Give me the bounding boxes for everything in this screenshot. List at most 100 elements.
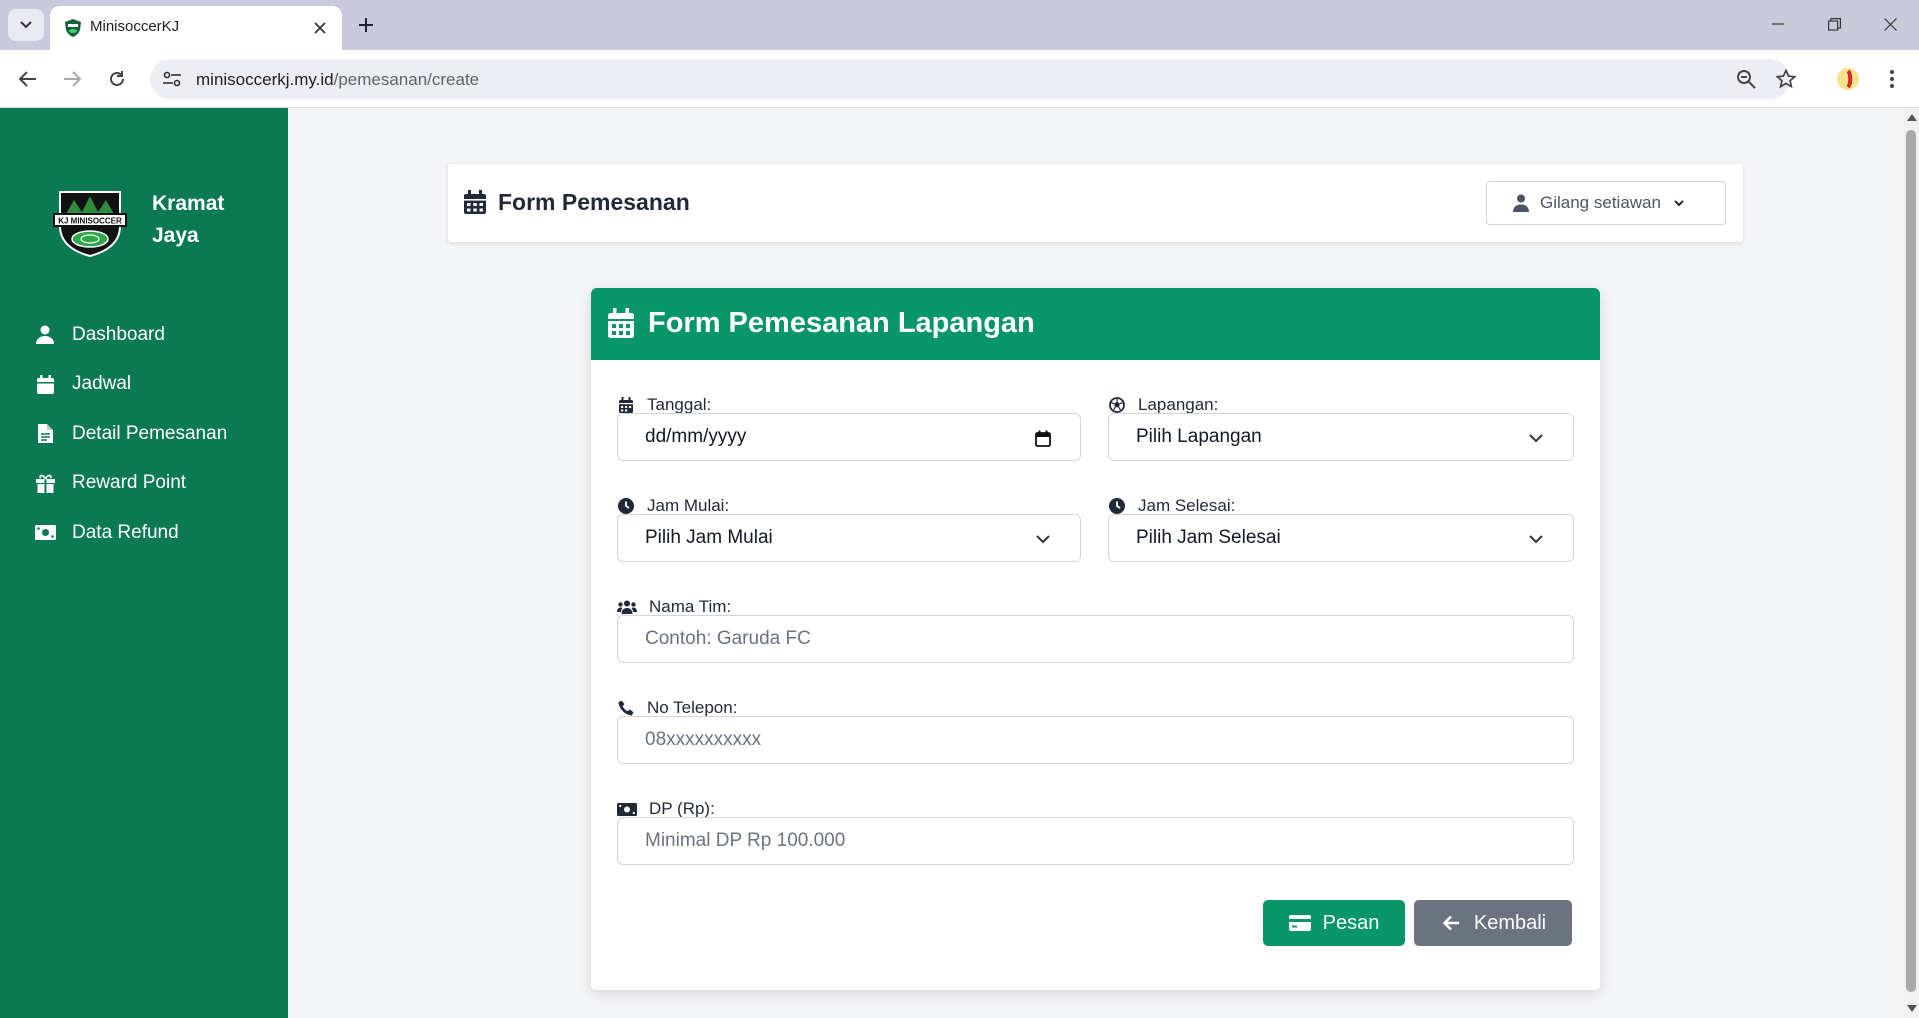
bookmark-star-icon[interactable] (1774, 67, 1798, 91)
back-button[interactable] (12, 63, 44, 95)
scroll-up-arrow-icon[interactable] (1907, 114, 1917, 121)
lapangan-value: Pilih Lapangan (1136, 426, 1262, 447)
brand-name-line1: Kramat (152, 192, 225, 215)
scroll-down-arrow-icon[interactable] (1907, 1005, 1917, 1012)
sidebar-item-label: Detail Pemesanan (72, 422, 228, 444)
sidebar-item-label: Data Refund (72, 521, 179, 543)
extension-icon[interactable] (1835, 66, 1861, 92)
lapangan-select[interactable]: Pilih Lapangan (1108, 413, 1574, 461)
form-header: Form Pemesanan Lapangan (591, 288, 1600, 360)
page-scrollbar[interactable] (1903, 108, 1919, 1018)
tanggal-label: Tanggal: (617, 395, 711, 415)
arrow-left-icon (19, 71, 36, 87)
close-icon (1883, 17, 1897, 31)
nama-tim-placeholder: Contoh: Garuda FC (645, 628, 811, 649)
calendar-picker-icon[interactable] (1034, 428, 1052, 448)
booking-form-card: Form Pemesanan Lapangan Tanggal: dd/mm/y… (591, 288, 1600, 990)
user-menu-button[interactable]: Gilang setiawan (1486, 181, 1726, 225)
dp-placeholder: Minimal DP Rp 100.000 (645, 830, 846, 851)
browser-menu-button[interactable] (1878, 65, 1906, 93)
sidebar-item-jadwal[interactable]: Jadwal (34, 360, 227, 410)
close-window-button[interactable] (1868, 8, 1912, 40)
sidebar-item-detail-pemesanan[interactable]: Detail Pemesanan (34, 409, 227, 459)
tab-title: MinisoccerKJ (90, 18, 180, 35)
money-icon (34, 522, 56, 544)
tab-search-button[interactable] (8, 9, 44, 41)
users-icon (617, 598, 637, 616)
site-favicon-icon (65, 19, 81, 37)
pesan-label: Pesan (1322, 911, 1380, 934)
brand: KJ MINISOCCER Kramat Jaya (48, 182, 242, 258)
nama-tim-input[interactable]: Contoh: Garuda FC (617, 615, 1574, 663)
jam-selesai-label: Jam Selesai: (1108, 496, 1235, 516)
minimize-icon (1772, 23, 1784, 25)
page-header: Form Pemesanan Gilang setiawan (448, 164, 1743, 242)
brand-name-line2: Jaya (152, 224, 199, 247)
kembali-button[interactable]: Kembali (1414, 900, 1572, 946)
telepon-placeholder: 08xxxxxxxxxx (645, 729, 762, 750)
forward-button[interactable] (56, 63, 88, 95)
chevron-down-icon (1034, 529, 1052, 549)
jam-mulai-select[interactable]: Pilih Jam Mulai (617, 514, 1081, 562)
arrow-right-icon (64, 71, 81, 87)
tanggal-value: dd/mm/yyyy (645, 426, 747, 447)
close-tab-icon[interactable] (308, 16, 332, 40)
scroll-thumb[interactable] (1906, 130, 1916, 992)
document-icon (34, 423, 56, 445)
zoom-icon[interactable] (1734, 67, 1758, 91)
kembali-label: Kembali (1473, 911, 1547, 934)
restore-button[interactable] (1812, 8, 1856, 40)
dp-input[interactable]: Minimal DP Rp 100.000 (617, 817, 1574, 865)
jam-mulai-label: Jam Mulai: (617, 496, 729, 516)
dp-label-text: DP (Rp): (649, 799, 715, 818)
calendar-icon (617, 396, 635, 414)
nama-tim-label-text: Nama Tim: (649, 597, 732, 616)
chevron-down-icon (1674, 200, 1684, 207)
address-bar[interactable]: minisoccerkj.my.id/pemesanan/create (150, 59, 1796, 99)
minimize-button[interactable] (1756, 8, 1800, 40)
telepon-label-text: No Telepon: (647, 698, 738, 717)
user-name: Gilang setiawan (1540, 193, 1661, 212)
sidebar-item-data-refund[interactable]: Data Refund (34, 508, 227, 558)
clock-icon (617, 497, 635, 515)
arrow-left-icon (1440, 914, 1462, 932)
chevron-down-icon (1527, 529, 1545, 549)
sidebar-item-label: Jadwal (72, 373, 132, 395)
jam-selesai-label-text: Jam Selesai: (1138, 496, 1236, 515)
reload-button[interactable] (101, 63, 133, 95)
sidebar-item-dashboard[interactable]: Dashboard (34, 310, 227, 360)
telepon-input[interactable]: 08xxxxxxxxxx (617, 716, 1574, 764)
sidebar-nav: Dashboard Jadwal Detail Pemesanan Reward… (34, 310, 227, 558)
site-settings-icon[interactable] (160, 67, 184, 91)
form-title: Form Pemesanan Lapangan (648, 307, 1035, 339)
lapangan-label: Lapangan: (1108, 395, 1218, 415)
calendar-icon (608, 308, 634, 338)
sidebar-item-label: Reward Point (72, 472, 187, 494)
phone-icon (617, 699, 635, 717)
pesan-button[interactable]: Pesan (1263, 900, 1405, 946)
new-tab-button[interactable] (352, 11, 380, 39)
jam-selesai-value: Pilih Jam Selesai (1136, 527, 1281, 548)
calendar-icon (464, 190, 486, 214)
credit-card-icon (1288, 914, 1311, 932)
gift-icon (34, 472, 56, 494)
telepon-label: No Telepon: (617, 698, 737, 718)
restore-icon (1827, 17, 1841, 31)
browser-tab-bar: MinisoccerKJ (0, 0, 1919, 50)
url-text: minisoccerkj.my.id/pemesanan/create (196, 70, 479, 90)
reload-icon (110, 71, 124, 86)
url-domain: minisoccerkj.my.id (196, 70, 334, 89)
tanggal-date-input[interactable]: dd/mm/yyyy (617, 413, 1081, 461)
kj-minisoccer-logo: KJ MINISOCCER (53, 191, 127, 258)
sidebar-item-reward-point[interactable]: Reward Point (34, 459, 227, 509)
sidebar: KJ MINISOCCER Kramat Jaya Dashboard Jadw… (0, 108, 288, 1018)
clock-icon (1108, 497, 1126, 515)
page-title: Form Pemesanan (498, 189, 690, 215)
browser-toolbar: minisoccerkj.my.id/pemesanan/create (0, 50, 1919, 108)
jam-mulai-value: Pilih Jam Mulai (645, 527, 773, 548)
browser-tab[interactable]: MinisoccerKJ (50, 6, 342, 50)
tanggal-label-text: Tanggal: (647, 395, 712, 414)
jam-selesai-select[interactable]: Pilih Jam Selesai (1108, 514, 1574, 562)
more-vertical-icon (1890, 70, 1894, 88)
svg-text:KJ MINISOCCER: KJ MINISOCCER (58, 217, 122, 226)
